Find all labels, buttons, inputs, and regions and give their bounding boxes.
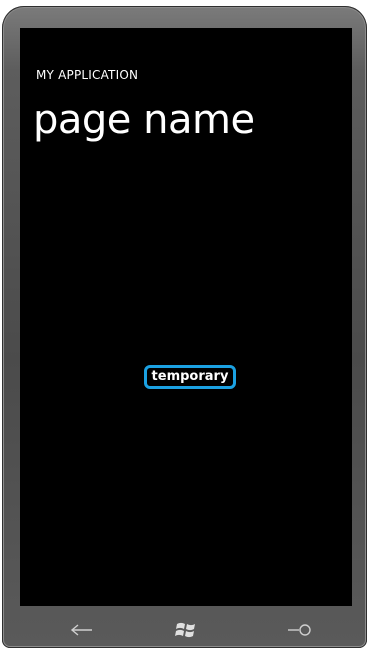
temporary-button[interactable]: temporary bbox=[144, 365, 236, 389]
page-title: page name bbox=[33, 97, 255, 143]
application-title: MY APPLICATION bbox=[36, 68, 139, 82]
back-arrow-icon bbox=[70, 624, 92, 636]
search-icon bbox=[288, 624, 311, 636]
phone-frame: MY APPLICATION page name temporary bbox=[2, 6, 367, 648]
back-button[interactable] bbox=[62, 616, 102, 644]
app-screen: MY APPLICATION page name temporary bbox=[20, 28, 352, 606]
windows-start-icon bbox=[175, 622, 195, 638]
start-button[interactable] bbox=[166, 616, 206, 644]
hardware-nav-bar bbox=[20, 606, 352, 654]
search-button[interactable] bbox=[280, 616, 320, 644]
